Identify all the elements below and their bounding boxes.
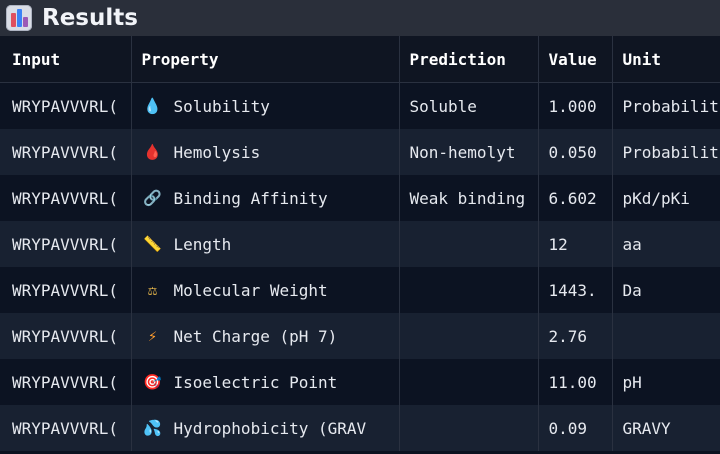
cell-prediction xyxy=(398,405,538,451)
cell-prediction: Non-hemolyt xyxy=(398,129,538,175)
cell-property: 📏 Length xyxy=(130,221,399,267)
property-label: Net Charge (pH 7) xyxy=(173,326,338,346)
cell-unit: Probabilit xyxy=(611,129,720,175)
table-row[interactable]: WRYPAVVVRL( 💦 Hydrophobicity (GRAV 0.09 GRAV… xyxy=(0,405,720,451)
lightning-icon: ⚡ xyxy=(147,327,158,345)
cell-value: 11.00 xyxy=(537,359,612,405)
results-header: Results xyxy=(0,0,720,36)
cell-property: 🎯 Isoelectric Point xyxy=(130,359,399,405)
cell-prediction xyxy=(398,221,538,267)
table-row[interactable]: WRYPAVVVRL( ⚖ Molecular Weight 1443. Da xyxy=(0,267,720,313)
cell-property: 💦 Hydrophobicity (GRAV xyxy=(130,405,399,451)
page-title: Results xyxy=(42,5,138,31)
cell-unit: GRAVY xyxy=(611,405,720,451)
cell-value: 1443. xyxy=(537,267,612,313)
cell-value: 0.09 xyxy=(537,405,612,451)
ruler-icon: 📏 xyxy=(143,235,162,253)
cell-property: 🩸 Hemolysis xyxy=(130,129,399,175)
property-label: Solubility xyxy=(173,96,270,116)
link-icon: 🔗 xyxy=(143,189,162,207)
cell-property: ⚡ Net Charge (pH 7) xyxy=(130,313,399,359)
cell-prediction xyxy=(398,313,538,359)
column-header-unit[interactable]: Unit xyxy=(611,36,720,83)
property-label: Hemolysis xyxy=(173,142,261,162)
table-row[interactable]: WRYPAVVVRL( 🩸 Hemolysis Non-hemolyt 0.050 Pro… xyxy=(0,129,720,175)
cell-input: WRYPAVVVRL( xyxy=(0,82,131,129)
cell-input: WRYPAVVVRL( xyxy=(0,405,131,451)
cell-unit: Da xyxy=(611,267,720,313)
table-header-row: Input Property Prediction Value Unit xyxy=(0,36,720,83)
cell-input: WRYPAVVVRL( xyxy=(0,175,131,221)
cell-value: 2.76 xyxy=(537,313,612,359)
cell-property: 💧 Solubility xyxy=(130,82,399,129)
results-table: Input Property Prediction Value Unit WRY… xyxy=(0,36,720,451)
cell-unit: Probabilit xyxy=(611,82,720,129)
cell-input: WRYPAVVVRL( xyxy=(0,313,131,359)
cell-prediction: Soluble xyxy=(398,82,538,129)
cell-unit: aa xyxy=(611,221,720,267)
cell-prediction xyxy=(398,359,538,405)
cell-unit: pKd/pKi xyxy=(611,175,720,221)
property-label: Molecular Weight xyxy=(173,280,328,300)
table-row[interactable]: WRYPAVVVRL( 🔗 Binding Affinity Weak binding… xyxy=(0,175,720,221)
blood-drop-icon: 🩸 xyxy=(143,143,162,161)
property-label: Binding Affinity xyxy=(173,188,328,208)
bar-chart-icon xyxy=(6,5,32,31)
column-header-input[interactable]: Input xyxy=(0,36,131,83)
cell-input: WRYPAVVVRL( xyxy=(0,221,131,267)
cell-input: WRYPAVVVRL( xyxy=(0,359,131,405)
target-icon: 🎯 xyxy=(143,373,162,391)
droplet-icon: 💧 xyxy=(143,97,162,115)
cell-value: 1.000 xyxy=(537,82,612,129)
cell-value: 0.050 xyxy=(537,129,612,175)
property-label: Isoelectric Point xyxy=(173,372,338,392)
property-label: Hydrophobicity (GRAV xyxy=(173,418,367,438)
cell-prediction: Weak binding xyxy=(398,175,538,221)
cell-input: WRYPAVVVRL( xyxy=(0,267,131,313)
cell-unit xyxy=(611,313,720,359)
cell-value: 6.602 xyxy=(537,175,612,221)
cell-value: 12 xyxy=(537,221,612,267)
cell-prediction xyxy=(398,267,538,313)
cell-property: ⚖ Molecular Weight xyxy=(130,267,399,313)
table-row[interactable]: WRYPAVVVRL( 📏 Length 12 aa xyxy=(0,221,720,267)
cell-unit: pH xyxy=(611,359,720,405)
water-splash-icon: 💦 xyxy=(143,419,162,437)
cell-input: WRYPAVVVRL( xyxy=(0,129,131,175)
table-row[interactable]: WRYPAVVVRL( 🎯 Isoelectric Point 11.00 pH xyxy=(0,359,720,405)
table-row[interactable]: WRYPAVVVRL( ⚡ Net Charge (pH 7) 2.76 xyxy=(0,313,720,359)
results-table-container[interactable]: Input Property Prediction Value Unit WRY… xyxy=(0,36,720,454)
property-label: Length xyxy=(173,234,232,254)
scale-icon: ⚖ xyxy=(147,281,158,299)
cell-property: 🔗 Binding Affinity xyxy=(130,175,399,221)
column-header-prediction[interactable]: Prediction xyxy=(398,36,538,83)
column-header-value[interactable]: Value xyxy=(537,36,612,83)
column-header-property[interactable]: Property xyxy=(130,36,399,83)
table-row[interactable]: WRYPAVVVRL( 💧 Solubility Soluble 1.000 Probab… xyxy=(0,82,720,129)
